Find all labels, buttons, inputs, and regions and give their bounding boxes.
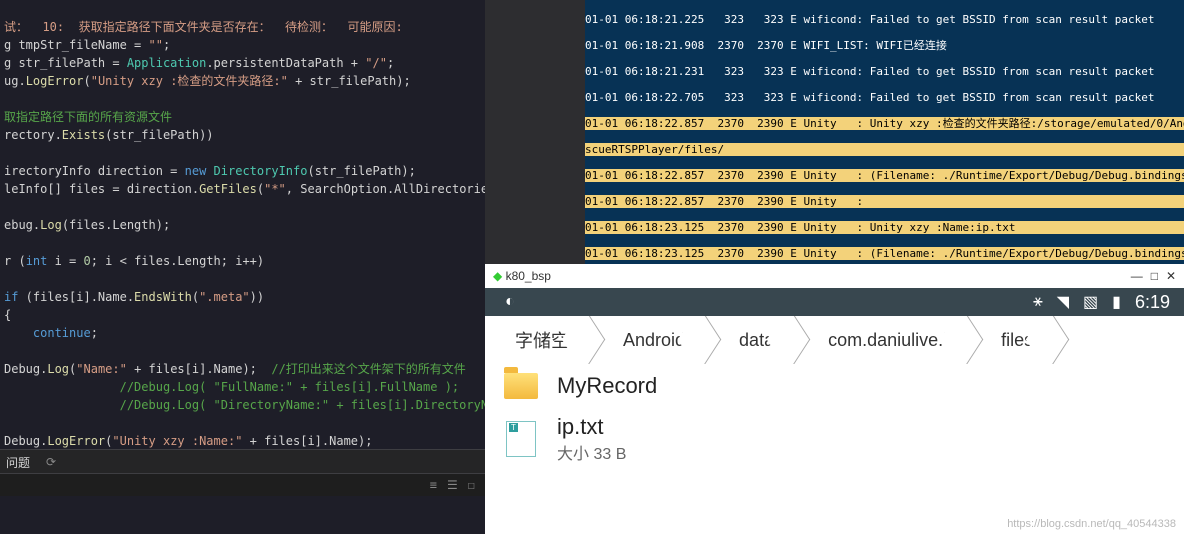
toolbar-icon[interactable]: ☰: [447, 478, 458, 492]
log-line-highlight: 01-01 06:18:22.857 2370 2390 E Unity : U…: [585, 117, 1184, 130]
close-icon[interactable]: ✕: [1166, 269, 1176, 283]
breadcrumb-item[interactable]: data: [709, 316, 798, 364]
battery-icon: ▮: [1112, 292, 1121, 312]
bluetooth-icon: ⚹: [1033, 293, 1043, 311]
toolbar: ≡ ☰ ☐: [0, 473, 485, 496]
log-line-highlight: 01-01 06:18:22.857 2370 2390 E Unity : (…: [585, 169, 1184, 182]
log-line-highlight: 01-01 06:18:23.125 2370 2390 E Unity : U…: [585, 221, 1184, 234]
log-line: 01-01 06:18:21.908 2370 2370 E WIFI_LIST…: [585, 39, 1184, 52]
text-file-icon: [503, 423, 539, 455]
code-line: 试： 10: 获取指定路径下面文件夹是否存在： 待检测： 可能原因:: [4, 20, 403, 34]
log-line-highlight: 01-01 06:18:23.125 2370 2390 E Unity : (…: [585, 247, 1184, 260]
log-panel[interactable]: 01-01 06:18:21.225 323 323 E wificond: F…: [585, 0, 1184, 265]
toolbar-icon[interactable]: ≡: [430, 478, 437, 492]
folder-name: MyRecord: [557, 373, 657, 399]
list-item[interactable]: MyRecord: [485, 364, 1184, 408]
list-item[interactable]: ip.txt 大小 33 B: [485, 408, 1184, 470]
bottom-panel-tabs: 问题 ⟳: [0, 449, 485, 474]
signal-icon: ▧: [1083, 292, 1098, 312]
loading-icon: ◐: [505, 293, 515, 311]
toolbar-icon[interactable]: ☐: [468, 478, 475, 492]
android-icon: ◆: [493, 269, 502, 283]
refresh-icon[interactable]: ⟳: [46, 455, 56, 469]
folder-icon: [503, 370, 539, 402]
breadcrumb-item[interactable]: com.daniulive.l: [798, 316, 971, 364]
maximize-icon[interactable]: □: [1151, 269, 1158, 283]
wifi-icon: ◥: [1057, 292, 1069, 312]
emulator-window: ◆ k80_bsp — □ ✕ ◐ ⚹ ◥ ▧ ▮ 6:19 字储空 Andro…: [485, 264, 1184, 534]
breadcrumb-item[interactable]: 字储空: [485, 316, 593, 364]
file-list: MyRecord ip.txt 大小 33 B: [485, 364, 1184, 534]
log-line: 01-01 06:18:21.225 323 323 E wificond: F…: [585, 13, 1184, 26]
breadcrumb: 字储空 Android data com.daniulive.l files: [485, 316, 1184, 364]
android-status-bar: ◐ ⚹ ◥ ▧ ▮ 6:19: [485, 288, 1184, 316]
log-line-highlight: scueRTSPPlayer/files/: [585, 143, 1184, 156]
breadcrumb-item[interactable]: files: [971, 316, 1057, 364]
minimize-icon[interactable]: —: [1131, 269, 1143, 283]
log-line: 01-01 06:18:21.231 323 323 E wificond: F…: [585, 65, 1184, 78]
log-line-highlight: 01-01 06:18:22.857 2370 2390 E Unity :: [585, 195, 1184, 208]
log-line: 01-01 06:18:22.705 323 323 E wificond: F…: [585, 91, 1184, 104]
clock-text: 6:19: [1135, 292, 1170, 313]
window-title: k80_bsp: [506, 269, 551, 283]
code-editor[interactable]: 试： 10: 获取指定路径下面文件夹是否存在： 待检测： 可能原因: g tmp…: [0, 0, 485, 534]
file-name: ip.txt: [557, 414, 626, 440]
tab-problems[interactable]: 问题: [6, 454, 30, 471]
window-titlebar[interactable]: ◆ k80_bsp — □ ✕: [485, 264, 1184, 288]
breadcrumb-item[interactable]: Android: [593, 316, 709, 364]
watermark: https://blog.csdn.net/qq_40544338: [1007, 518, 1176, 530]
file-size: 大小 33 B: [557, 440, 626, 464]
